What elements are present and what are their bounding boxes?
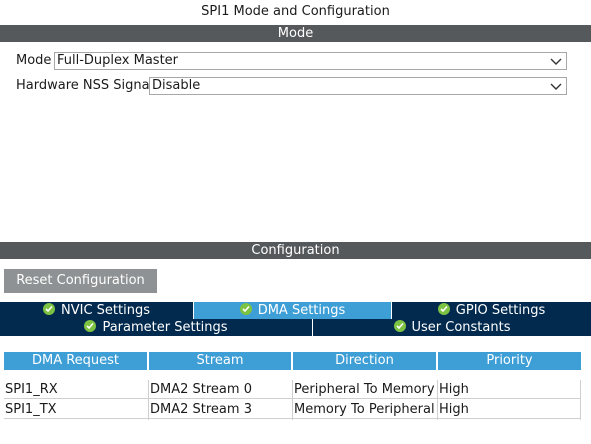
cell-stream: DMA2 Stream 0: [149, 380, 293, 399]
check-icon: [437, 303, 450, 315]
tab-dma-settings[interactable]: DMA Settings: [194, 302, 392, 319]
check-icon: [393, 320, 406, 332]
mode-label: Mode: [16, 53, 52, 68]
tab-dma-settings-label: DMA Settings: [257, 303, 346, 318]
check-icon: [84, 320, 97, 332]
window-title: SPI1 Mode and Configuration: [201, 4, 390, 19]
column-divider: [292, 380, 293, 420]
tab-user-constants[interactable]: User Constants: [313, 319, 591, 336]
tab-nvic-settings[interactable]: NVIC Settings: [0, 302, 194, 319]
hardware-nss-select[interactable]: Disable: [149, 77, 567, 95]
tab-user-constants-label: User Constants: [411, 320, 511, 335]
column-header-priority[interactable]: Priority: [438, 352, 581, 370]
cell-dma-request: SPI1_TX: [4, 400, 149, 419]
tab-nvic-settings-label: NVIC Settings: [61, 303, 150, 318]
cell-direction: Peripheral To Memory: [293, 380, 438, 399]
tab-parameter-settings[interactable]: Parameter Settings: [0, 319, 313, 336]
check-icon: [239, 303, 252, 315]
tab-gpio-settings[interactable]: GPIO Settings: [392, 302, 591, 319]
column-divider: [580, 380, 581, 420]
chevron-down-icon: [550, 58, 562, 65]
hardware-nss-label: Hardware NSS Signal: [16, 78, 154, 93]
reset-configuration-button[interactable]: Reset Configuration: [4, 269, 157, 293]
column-header-dma-request[interactable]: DMA Request: [4, 352, 147, 370]
mode-select[interactable]: Full-Duplex Master: [54, 52, 567, 70]
hardware-nss-select-value: Disable: [152, 78, 201, 93]
cell-direction: Memory To Peripheral: [293, 400, 438, 419]
tab-gpio-settings-label: GPIO Settings: [455, 303, 546, 318]
chevron-down-icon: [550, 83, 562, 90]
mode-section-header: Mode: [0, 25, 591, 42]
column-divider: [437, 380, 438, 420]
tab-parameter-settings-label: Parameter Settings: [102, 320, 228, 335]
mode-select-value: Full-Duplex Master: [57, 53, 179, 68]
column-divider: [148, 380, 149, 420]
column-header-direction[interactable]: Direction: [293, 352, 436, 370]
cell-priority: High: [438, 380, 581, 399]
cell-stream: DMA2 Stream 3: [149, 400, 293, 419]
column-header-stream[interactable]: Stream: [149, 352, 291, 370]
cell-dma-request: SPI1_RX: [4, 380, 149, 399]
configuration-section-header: Configuration: [0, 242, 591, 259]
check-icon: [43, 303, 55, 315]
cell-priority: High: [438, 400, 581, 419]
